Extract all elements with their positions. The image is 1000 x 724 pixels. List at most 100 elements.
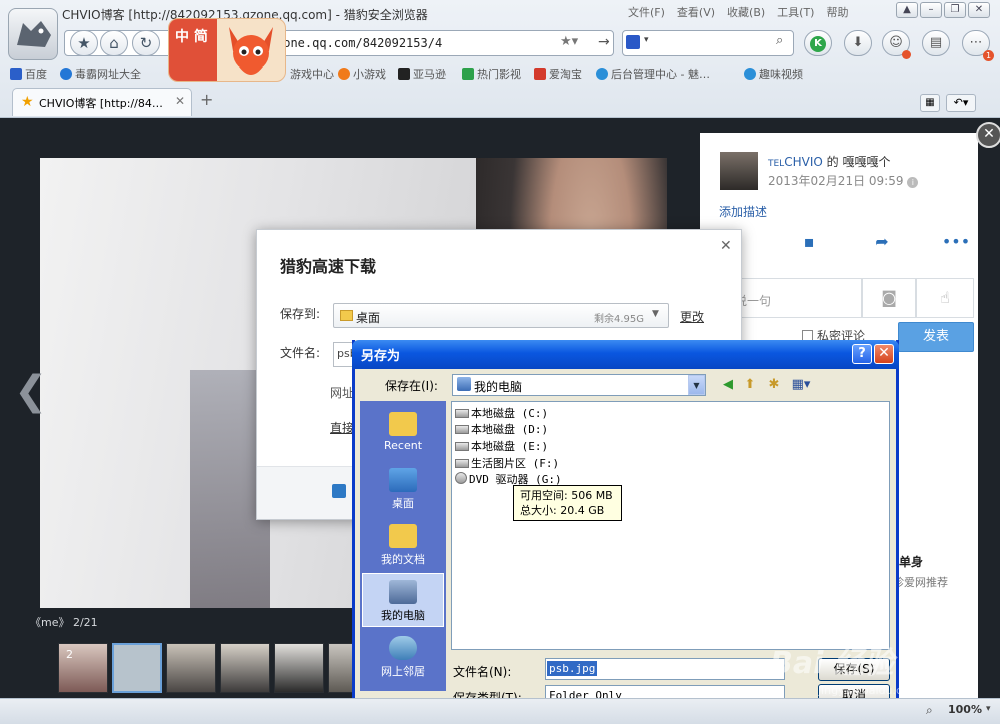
- tab-close-icon[interactable]: ✕: [175, 94, 185, 108]
- restore-icon[interactable]: ❐: [944, 2, 966, 18]
- app-icon[interactable]: ▤: [922, 30, 950, 56]
- home-icon[interactable]: ⌂: [100, 30, 128, 56]
- avatar[interactable]: [720, 152, 758, 190]
- dvd-drive-icon: [455, 472, 467, 484]
- download-dialog-close-icon[interactable]: ✕: [720, 238, 732, 254]
- drive-c[interactable]: 本地磁盘 (C:): [455, 405, 548, 421]
- place-network[interactable]: 网上邻居: [362, 630, 444, 684]
- drive-f[interactable]: 生活图片区 (F:): [455, 455, 559, 471]
- status-bar: [0, 698, 1000, 724]
- bookmark-fun-video[interactable]: 趣味视频: [744, 66, 803, 82]
- bookmark-mini-games[interactable]: 小游戏: [338, 66, 386, 82]
- help-icon[interactable]: ?: [852, 344, 872, 364]
- drive-tooltip: 可用空间: 506 MB 总大小: 20.4 GB: [513, 485, 622, 521]
- thumbnail[interactable]: [220, 643, 270, 693]
- prev-photo-icon[interactable]: ❮: [14, 368, 48, 414]
- camera-icon[interactable]: ◙: [862, 278, 916, 318]
- bookmark-game-center[interactable]: 游戏中心: [290, 66, 334, 82]
- baidu-jingyan-watermark: Bai 经验: [770, 646, 894, 681]
- place-my-documents[interactable]: 我的文档: [362, 518, 444, 572]
- tab-strip: ★ CHVIO博客 [http://84… ✕ + ▦ ↶▾: [0, 86, 1000, 118]
- up-folder-icon[interactable]: ⬆: [741, 376, 759, 394]
- send-button[interactable]: 发表: [898, 322, 974, 352]
- place-recent[interactable]: Recent: [362, 406, 444, 460]
- bookmark-admin[interactable]: 后台管理中心 - 魅…: [596, 66, 710, 82]
- change-folder-link[interactable]: 更改: [680, 308, 704, 325]
- bookmark-duba[interactable]: 毒霸网址大全: [60, 66, 141, 82]
- save-to-label: 保存到:: [280, 307, 321, 321]
- undo-close-icon[interactable]: ↶▾: [946, 94, 976, 112]
- direct-download-link[interactable]: 直接: [330, 419, 354, 436]
- filename-value[interactable]: psb.jpg: [547, 661, 598, 676]
- menu-favorites[interactable]: 收藏(B): [727, 6, 765, 19]
- chevron-down-icon[interactable]: ▼: [652, 309, 659, 319]
- folder-icon: [340, 310, 353, 321]
- album-owner[interactable]: 嘎嘎嘎个: [842, 155, 890, 169]
- bookmark-movies[interactable]: 热门影视: [462, 66, 521, 82]
- ad-title[interactable]: 单身: [899, 553, 923, 570]
- url-text[interactable]: zone.qq.com/842092153/4: [276, 36, 442, 50]
- more-actions-icon[interactable]: •••: [910, 232, 1000, 258]
- engine-dropdown-icon[interactable]: ▾: [644, 35, 649, 45]
- menu-view[interactable]: 查看(V): [677, 6, 715, 19]
- my-computer-icon: [457, 377, 471, 391]
- bookmark-amazon[interactable]: 亚马逊: [398, 66, 446, 82]
- hard-disk-icon: [455, 425, 469, 434]
- view-menu-icon[interactable]: ▦▾: [789, 376, 813, 394]
- add-description-link[interactable]: 添加描述: [719, 203, 767, 220]
- star-icon[interactable]: ★: [70, 30, 98, 56]
- minimize-icon[interactable]: –: [920, 2, 942, 18]
- thumbnail[interactable]: [166, 643, 216, 693]
- tel-badge: TEL: [768, 159, 785, 169]
- tab-list-icon[interactable]: ▦: [920, 94, 940, 112]
- author-name[interactable]: CHVIO: [784, 155, 823, 169]
- refresh-icon[interactable]: ↻: [132, 30, 160, 56]
- amazon-icon: [398, 68, 410, 80]
- save-as-titlebar[interactable]: [352, 340, 899, 369]
- mascot-widget[interactable]: 中 简: [168, 18, 286, 82]
- zoom-dropdown-icon[interactable]: ▾: [986, 704, 991, 714]
- filename-label: 文件名:: [280, 346, 321, 360]
- place-desktop[interactable]: 桌面: [362, 462, 444, 516]
- menu-file[interactable]: 文件(F): [628, 6, 665, 19]
- duba-icon: [60, 68, 72, 80]
- back-icon[interactable]: ◀: [719, 376, 737, 394]
- drive-e[interactable]: 本地磁盘 (E:): [455, 438, 548, 454]
- play-icon: [462, 68, 474, 80]
- leopard-icon: [17, 21, 51, 47]
- c-icon: [744, 68, 756, 80]
- tab-title: CHVIO博客 [http://84…: [39, 97, 163, 110]
- tab-active[interactable]: ★ CHVIO博客 [http://84… ✕: [12, 88, 192, 116]
- notification-dot: [902, 50, 911, 59]
- tab-favicon-star-icon: ★: [21, 94, 34, 110]
- bookmark-baidu[interactable]: 百度: [10, 66, 47, 82]
- zoom-search-icon[interactable]: ⌕: [926, 703, 933, 718]
- thumbs-up-icon[interactable]: ☝: [916, 278, 974, 318]
- thumbnail[interactable]: [274, 643, 324, 693]
- kingsoft-icon[interactable]: K: [804, 30, 832, 56]
- favorite-star-icon[interactable]: ★▾: [560, 34, 578, 49]
- documents-folder-icon: [389, 524, 417, 548]
- new-tab-button[interactable]: +: [200, 90, 213, 109]
- info-icon[interactable]: i: [907, 177, 919, 188]
- place-my-computer[interactable]: 我的电脑: [362, 573, 444, 627]
- look-in-label: 保存在(I):: [385, 379, 438, 393]
- skin-icon[interactable]: ▲: [896, 2, 918, 18]
- menu-help[interactable]: 帮助: [826, 6, 848, 19]
- thumbnail-selected[interactable]: [112, 643, 162, 693]
- zoom-level[interactable]: 100%: [948, 703, 982, 716]
- close-icon[interactable]: ✕: [874, 344, 894, 364]
- new-folder-icon[interactable]: ✱: [765, 376, 783, 394]
- go-arrow-icon[interactable]: →: [598, 34, 610, 50]
- drive-d[interactable]: 本地磁盘 (D:): [455, 421, 548, 437]
- bookmark-taobao[interactable]: 爱淘宝: [534, 66, 582, 82]
- close-viewer-icon[interactable]: ✕: [976, 122, 1000, 148]
- taobao-icon: [534, 68, 546, 80]
- liebao-logo[interactable]: [8, 8, 58, 60]
- thumbnail-count: 2: [66, 648, 73, 661]
- menu-tools[interactable]: 工具(T): [777, 6, 814, 19]
- close-window-icon[interactable]: ✕: [968, 2, 990, 18]
- download-icon[interactable]: ⬇: [844, 30, 872, 56]
- search-icon[interactable]: ⌕: [776, 33, 783, 48]
- chevron-down-icon[interactable]: ▼: [688, 375, 705, 395]
